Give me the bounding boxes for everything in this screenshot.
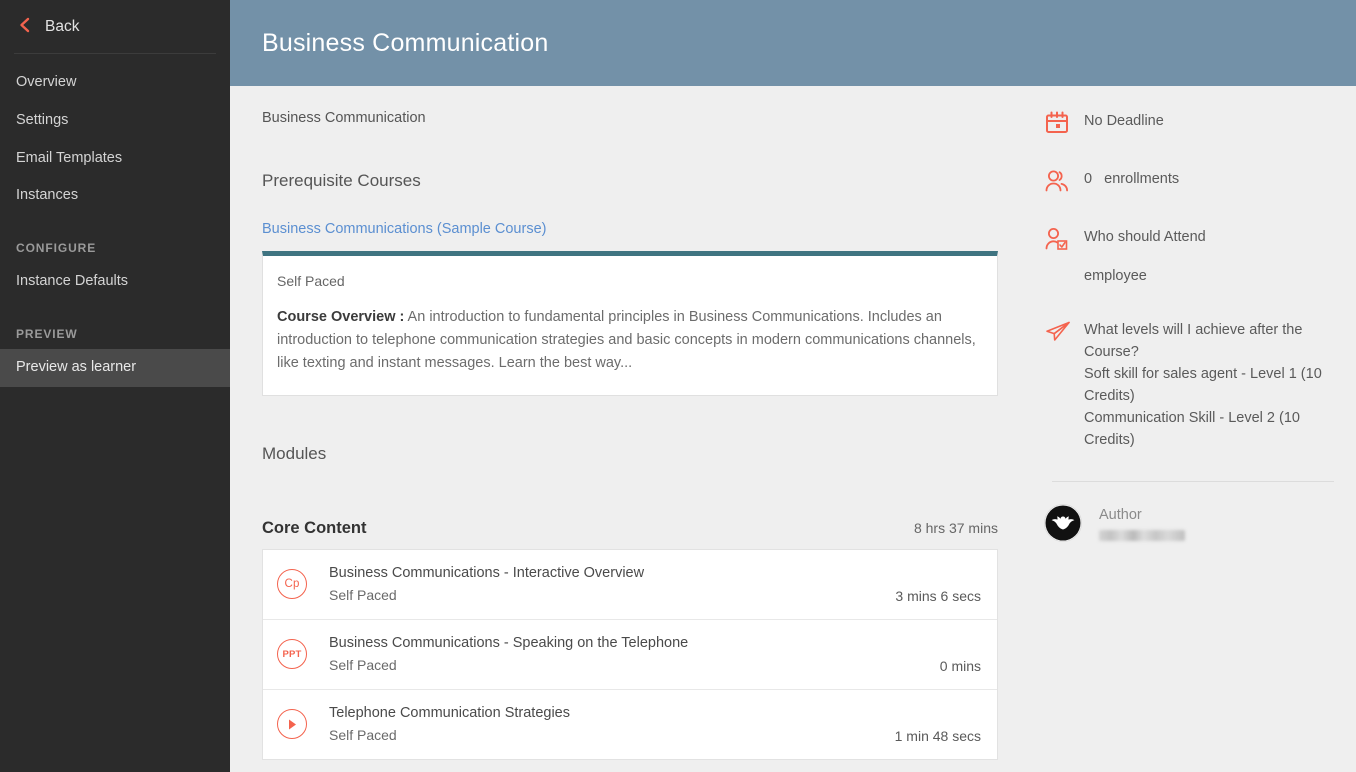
levels-question: What levels will I achieve after the Cou…: [1084, 322, 1303, 361]
prerequisite-heading: Prerequisite Courses: [262, 171, 421, 190]
levels-row: What levels will I achieve after the Cou…: [1044, 317, 1342, 451]
breadcrumb: Business Communication: [262, 110, 426, 126]
user-check-icon: [1044, 224, 1084, 252]
enrollments-row: 0 enrollments: [1044, 166, 1342, 194]
core-content-title: Core Content: [262, 518, 367, 537]
module-mode: Self Paced: [329, 656, 397, 673]
page-title: Business Communication: [262, 28, 549, 57]
prerequisite-course-card: Self Paced Course Overview : An introduc…: [262, 251, 998, 396]
content-column: Business Communication Business Communic…: [230, 0, 1356, 772]
prerequisite-course-link[interactable]: Business Communications (Sample Course): [262, 221, 546, 237]
module-title: Business Communications - Speaking on th…: [329, 634, 689, 651]
levels-text: What levels will I achieve after the Cou…: [1084, 317, 1342, 451]
levels-item: Soft skill for sales agent - Level 1 (10…: [1084, 366, 1322, 405]
author-row: Author: [1044, 504, 1342, 543]
module-duration: 3 mins 6 secs: [895, 587, 981, 604]
module-text: Business Communications - Interactive Ov…: [307, 563, 895, 606]
enrollments-label: enrollments: [1104, 171, 1180, 187]
sidebar-section-configure: CONFIGURE: [16, 241, 97, 255]
back-button[interactable]: Back: [0, 0, 230, 53]
table-row[interactable]: Cp Business Communications - Interactive…: [263, 550, 997, 620]
audience-value: employee: [1084, 268, 1147, 285]
sidebar-item-settings[interactable]: Settings: [0, 102, 230, 140]
course-card-mode: Self Paced: [277, 273, 345, 289]
sidebar-item-preview-as-learner[interactable]: Preview as learner: [0, 348, 230, 387]
table-row[interactable]: PPT Business Communications - Speaking o…: [263, 620, 997, 690]
powerpoint-icon: PPT: [277, 639, 307, 670]
module-text: Business Communications - Speaking on th…: [307, 633, 940, 676]
chevron-left-icon: [18, 17, 31, 37]
module-mode: Self Paced: [329, 726, 397, 743]
course-card-overview: Course Overview : An introduction to fun…: [277, 306, 981, 375]
sidebar-item-overview[interactable]: Overview: [0, 64, 230, 102]
author-label: Author: [1099, 506, 1142, 523]
page-header: Business Communication: [230, 0, 1356, 86]
audience-row: Who should Attend employee: [1044, 224, 1342, 287]
module-list: Cp Business Communications - Interactive…: [262, 548, 998, 760]
deadline-row: No Deadline: [1044, 108, 1342, 136]
batman-avatar-icon: [1044, 504, 1082, 543]
users-icon: [1044, 166, 1084, 194]
module-title: Business Communications - Interactive Ov…: [329, 564, 645, 581]
paper-plane-icon: [1044, 317, 1084, 345]
left-sidebar: Back Overview Settings Email Templates I…: [0, 0, 230, 772]
module-title: Telephone Communication Strategies: [329, 704, 570, 721]
deadline-text: No Deadline: [1084, 113, 1164, 129]
body-area: Business Communication Prerequisite Cour…: [230, 86, 1356, 772]
panel-divider: [1052, 481, 1334, 483]
course-info-panel: No Deadline 0 enrollments Who should Att…: [1030, 86, 1356, 772]
audience-text: Who should Attend employee: [1084, 224, 1206, 287]
module-duration: 1 min 48 secs: [894, 727, 981, 744]
audience-title: Who should Attend: [1084, 229, 1206, 245]
author-name-redacted: [1099, 529, 1185, 541]
enrollments-text: 0 enrollments: [1084, 166, 1179, 190]
captivate-icon: Cp: [277, 569, 307, 600]
calendar-icon: [1044, 108, 1084, 136]
core-content-duration: 8 hrs 37 mins: [913, 519, 998, 536]
sidebar-item-email-templates[interactable]: Email Templates: [0, 140, 230, 178]
sidebar-section-preview: PREVIEW: [16, 326, 78, 341]
levels-item: Communication Skill - Level 2 (10 Credit…: [1084, 410, 1300, 449]
module-text: Telephone Communication Strategies Self …: [307, 703, 895, 746]
sidebar-nav-list: Overview Settings Email Templates Instan…: [0, 54, 230, 387]
main-content: Business Communication Prerequisite Cour…: [230, 86, 1030, 772]
sidebar-item-instance-defaults[interactable]: Instance Defaults: [0, 263, 230, 301]
modules-heading: Modules: [262, 443, 327, 463]
author-meta: Author: [1082, 506, 1185, 541]
back-label: Back: [45, 18, 80, 35]
play-icon: [277, 709, 307, 740]
course-overview-label: Course Overview :: [277, 309, 405, 325]
module-mode: Self Paced: [329, 586, 397, 603]
enrollments-count: 0: [1084, 171, 1093, 187]
sidebar-item-instances[interactable]: Instances: [0, 177, 230, 215]
module-duration: 0 mins: [939, 657, 981, 674]
table-row[interactable]: Telephone Communication Strategies Self …: [263, 690, 997, 759]
app-root: Back Overview Settings Email Templates I…: [0, 0, 1356, 772]
core-content-header: Core Content 8 hrs 37 mins: [262, 519, 998, 538]
